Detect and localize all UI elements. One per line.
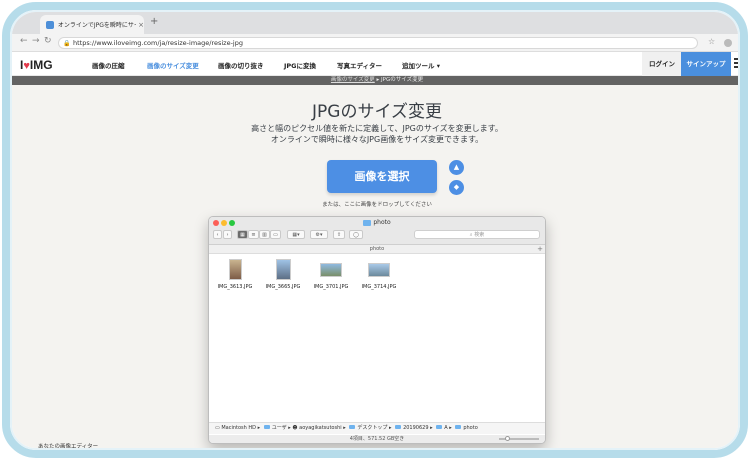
path-segment[interactable]: ユーザ (272, 425, 287, 431)
file-name: IMG_3613.JPG (217, 284, 253, 290)
finder-title-text: photo (373, 219, 391, 226)
bookmark-star-icon[interactable]: ☆ (708, 37, 715, 46)
back-icon[interactable]: ← (20, 36, 28, 46)
add-tab-icon[interactable]: + (537, 245, 543, 254)
tag-icon[interactable]: ◯ (349, 230, 363, 239)
column-view-icon[interactable]: ▥ (259, 230, 270, 239)
folder-icon (263, 425, 270, 429)
page-subtitle: 高さと幅のピクセル値を新たに定義して、JPGのサイズを変更します。 オンラインで… (12, 123, 738, 145)
finder-path-bar: ▭ Macintosh HD ▸ ユーザ ▸ ☻ aoyagikatsutosh… (209, 422, 545, 434)
path-segment[interactable]: Macintosh HD (221, 425, 256, 431)
logo-text-right: IMG (29, 58, 53, 72)
finder-path-label: photo (369, 246, 385, 252)
nav-crop[interactable]: 画像の切り抜き (218, 60, 264, 70)
breadcrumb-parent-link[interactable]: 画像のサイズ変更 (331, 77, 375, 83)
finder-window-title: photo (209, 219, 545, 226)
drop-hint: または、ここに画像をドロップしてください (322, 202, 432, 208)
breadcrumb: 画像のサイズ変更 ▸ JPGのサイズ変更 (12, 76, 738, 85)
breadcrumb-current: JPGのサイズ変更 (381, 77, 424, 83)
subtitle-line-1: 高さと幅のピクセル値を新たに定義して、JPGのサイズを変更します。 (251, 124, 503, 133)
editor-text: あなたの画像エディター (38, 444, 99, 450)
finder-search-field[interactable]: ⌕ 検索 (414, 230, 540, 239)
tab-close-icon[interactable]: × (138, 21, 144, 29)
tab-title: オンラインでJPGを瞬時にサイズ (57, 22, 136, 29)
image-thumbnail (320, 263, 342, 277)
menu-icon[interactable] (734, 58, 738, 70)
finder-back-icon[interactable]: ‹ (213, 230, 222, 239)
item-count: 4項目、571.52 GB空き (349, 436, 405, 442)
action-gear-icon[interactable]: ⚙▾ (310, 230, 328, 239)
nav-photo-editor[interactable]: 写真エディター (337, 60, 382, 70)
browser-toolbar: ← → ↻ 🔒 https://www.iloveimg.com/ja/resi… (12, 34, 738, 52)
subtitle-line-2: オンラインで瞬時に様々なJPG画像をサイズ変更できます。 (270, 135, 484, 144)
icon-size-slider[interactable] (499, 436, 539, 441)
file-item[interactable]: IMG_3701.JPG (307, 259, 355, 290)
page-title: JPGのサイズ変更 (312, 102, 442, 122)
search-placeholder: 検索 (474, 232, 485, 238)
file-item[interactable]: IMG_3665.JPG (259, 259, 307, 290)
image-thumbnail (275, 259, 291, 280)
site-header: I♥IMG 画像の圧縮 画像のサイズ変更 画像の切り抜き JPGに変換 写真エデ… (12, 52, 738, 76)
nav-compress[interactable]: 画像の圧縮 (92, 60, 125, 70)
path-segment[interactable]: 20190629 (403, 425, 428, 431)
nav-resize[interactable]: 画像のサイズ変更 (147, 60, 199, 70)
breadcrumb-separator: ▸ (376, 77, 380, 83)
path-segment[interactable]: photo (463, 425, 477, 431)
finder-forward-icon[interactable]: › (223, 230, 232, 239)
address-bar[interactable]: 🔒 https://www.iloveimg.com/ja/resize-ima… (58, 37, 698, 49)
iloveimg-logo[interactable]: I♥IMG (20, 58, 53, 72)
signup-button[interactable]: サインアップ (681, 52, 731, 76)
finder-path-header: photo + (209, 245, 545, 254)
browser-window: オンラインでJPGを瞬時にサイズ × + ← → ↻ 🔒 https://www… (10, 10, 740, 450)
screenshot-frame: オンラインでJPGを瞬時にサイズ × + ← → ↻ 🔒 https://www… (2, 2, 748, 458)
file-item[interactable]: IMG_3714.JPG (355, 259, 403, 290)
icon-view-icon[interactable]: ▦ (237, 230, 248, 239)
lock-icon: 🔒 (63, 40, 71, 47)
nav-more-tools[interactable]: 追加ツール ▾ (402, 60, 440, 70)
forward-icon[interactable]: → (32, 36, 40, 46)
login-button[interactable]: ログイン (642, 52, 682, 76)
image-thumbnail (228, 259, 242, 280)
image-thumbnail (368, 263, 390, 277)
file-name: IMG_3714.JPG (361, 284, 397, 290)
favicon-icon (46, 20, 54, 29)
file-name: IMG_3665.JPG (265, 284, 301, 290)
extension-icon[interactable] (724, 39, 732, 47)
file-item[interactable]: IMG_3613.JPG (211, 259, 259, 290)
path-segment[interactable]: A (444, 425, 447, 431)
select-images-button[interactable]: 画像を選択 (327, 160, 437, 193)
finder-titlebar: photo ‹ › ▦ ≡ ▥ ▭ ▦▾ ⚙▾ ⇧ ◯ ⌕ 検索 (209, 217, 545, 245)
url-text: https://www.iloveimg.com/ja/resize-image… (73, 39, 243, 47)
folder-icon (349, 425, 356, 429)
finder-status-bar: 4項目、571.52 GB空き (209, 435, 545, 443)
folder-icon (363, 219, 372, 226)
group-menu-icon[interactable]: ▦▾ (287, 230, 305, 239)
path-segment[interactable]: デスクトップ (357, 425, 387, 431)
reload-icon[interactable]: ↻ (44, 36, 52, 46)
new-tab-button[interactable]: + (150, 16, 158, 27)
slider-thumb[interactable] (505, 436, 510, 441)
file-name: IMG_3701.JPG (313, 284, 349, 290)
nav-convert-jpg[interactable]: JPGに変換 (284, 60, 316, 70)
folder-icon (395, 425, 402, 429)
tab-bar: オンラインでJPGを瞬時にサイズ × + (12, 12, 738, 34)
path-segment[interactable]: aoyagikatsutoshi (299, 425, 342, 431)
dropbox-icon[interactable]: ◆ (449, 180, 464, 195)
finder-window: photo ‹ › ▦ ≡ ▥ ▭ ▦▾ ⚙▾ ⇧ ◯ ⌕ 検索 photo +… (208, 216, 546, 444)
browser-tab[interactable]: オンラインでJPGを瞬時にサイズ × (40, 15, 144, 34)
folder-icon (455, 425, 462, 429)
gallery-view-icon[interactable]: ▭ (270, 230, 281, 239)
list-view-icon[interactable]: ≡ (248, 230, 259, 239)
folder-icon (436, 425, 443, 429)
share-icon[interactable]: ⇧ (333, 230, 345, 239)
google-drive-icon[interactable]: ▲ (449, 160, 464, 175)
